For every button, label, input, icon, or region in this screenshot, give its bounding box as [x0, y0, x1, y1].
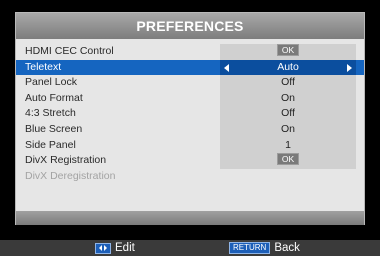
- edit-hint: Edit: [95, 240, 135, 256]
- menu-item-value: On: [220, 90, 356, 107]
- menu-item-label: HDMI CEC Control: [25, 45, 114, 57]
- menu-item-value: OK: [220, 153, 356, 169]
- ok-button[interactable]: OK: [276, 153, 300, 166]
- arrow-left-icon[interactable]: [224, 63, 229, 72]
- menu-item-label: Auto Format: [25, 91, 83, 104]
- arrow-right-icon[interactable]: [347, 63, 352, 72]
- left-right-arrows-icon: [95, 242, 111, 254]
- ok-button[interactable]: OK: [276, 44, 300, 57]
- menu-item-blue-screen[interactable]: Blue Screen On: [16, 121, 364, 138]
- back-hint: RETURN Back: [229, 240, 300, 256]
- menu-item-label: Teletext: [25, 60, 62, 73]
- menu-item-auto-format[interactable]: Auto Format On: [16, 90, 364, 107]
- hint-bar: Edit RETURN Back: [0, 240, 380, 256]
- dialog-footer: [16, 211, 364, 225]
- menu-item-value: 1: [220, 137, 356, 154]
- edit-label: Edit: [115, 242, 135, 254]
- menu-item-value: OK: [220, 44, 356, 60]
- menu-item-value: Auto: [220, 59, 356, 76]
- menu-item-hdmi-cec-control[interactable]: HDMI CEC Control OK: [16, 44, 364, 60]
- menu-item-label: 4:3 Stretch: [25, 107, 76, 120]
- menu-item-divx-deregistration: DivX Deregistration: [16, 169, 364, 185]
- menu-item-value: Off: [220, 75, 356, 91]
- back-label: Back: [274, 242, 300, 254]
- menu-item-label: Blue Screen: [25, 122, 83, 135]
- menu-item-label: DivX Deregistration: [25, 169, 116, 182]
- tv-screen: PREFERENCES HDMI CEC Control OK Teletext…: [0, 0, 380, 256]
- menu-item-label: DivX Registration: [25, 154, 107, 167]
- menu-item-label: Side Panel: [25, 138, 76, 151]
- menu-item-divx-registration[interactable]: DivX Registration OK: [16, 153, 364, 169]
- menu-item-value: Off: [220, 106, 356, 122]
- selector-value: Auto: [277, 60, 299, 73]
- menu-list: HDMI CEC Control OK Teletext Auto Panel …: [16, 44, 364, 184]
- menu-item-label: Panel Lock: [25, 76, 77, 89]
- return-key-icon: RETURN: [229, 242, 271, 254]
- dialog-title: PREFERENCES: [16, 13, 364, 39]
- preferences-dialog: PREFERENCES HDMI CEC Control OK Teletext…: [15, 12, 365, 225]
- menu-item-teletext[interactable]: Teletext Auto: [16, 59, 364, 76]
- menu-item-value: On: [220, 121, 356, 138]
- menu-item-side-panel[interactable]: Side Panel 1: [16, 137, 364, 154]
- menu-item-4-3-stretch[interactable]: 4:3 Stretch Off: [16, 106, 364, 122]
- menu-item-panel-lock[interactable]: Panel Lock Off: [16, 75, 364, 91]
